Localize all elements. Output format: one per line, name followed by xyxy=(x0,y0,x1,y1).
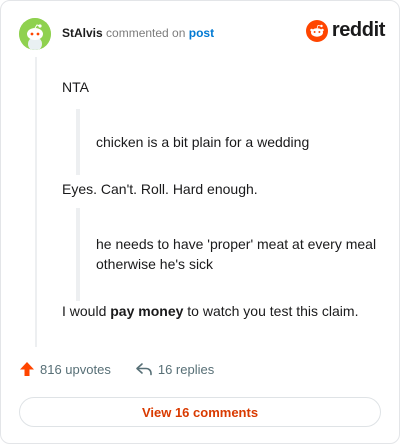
upvote-button[interactable]: 816 upvotes xyxy=(19,361,111,377)
reply-arrow-icon xyxy=(136,363,152,376)
upvote-count: 816 upvotes xyxy=(40,361,111,377)
reddit-snoo-icon xyxy=(305,19,328,42)
view-comments-button[interactable]: View 16 comments xyxy=(19,397,381,427)
quote-text: he needs to have 'proper' meat at every … xyxy=(96,236,377,272)
comment-actions: 816 upvotes 16 replies xyxy=(19,361,238,377)
snoo-avatar-icon xyxy=(19,18,51,50)
comment-meta: StAlvis commented on post xyxy=(62,26,214,40)
replies-button[interactable]: 16 replies xyxy=(135,362,214,377)
reddit-logo[interactable]: reddit xyxy=(305,19,386,42)
user-avatar[interactable] xyxy=(19,18,51,50)
quote-text: chicken is a bit plain for a wedding xyxy=(96,134,310,150)
comment-paragraph: I would pay money to watch you test this… xyxy=(62,301,358,321)
author-link[interactable]: StAlvis xyxy=(62,26,103,40)
thread-line[interactable] xyxy=(35,57,37,347)
comment-paragraph: Eyes. Can't. Roll. Hard enough. xyxy=(62,181,258,197)
reply-count: 16 replies xyxy=(157,361,215,377)
post-link[interactable]: post xyxy=(189,26,214,40)
paragraph-text: I would xyxy=(62,303,111,319)
blockquote: chicken is a bit plain for a wedding xyxy=(76,109,386,175)
paragraph-text: to watch you test this claim. xyxy=(183,303,359,319)
blockquote: he needs to have 'proper' meat at every … xyxy=(76,208,386,301)
embedded-comment-card: StAlvis commented on post reddit NTA chi… xyxy=(0,0,400,444)
commented-on-text: commented on xyxy=(106,26,186,40)
comment-header: StAlvis commented on post reddit xyxy=(1,1,399,65)
reddit-wordmark: reddit xyxy=(331,19,386,41)
bold-text: pay money xyxy=(110,303,184,319)
upvote-arrow-icon xyxy=(20,362,34,376)
comment-paragraph: NTA xyxy=(62,79,89,95)
